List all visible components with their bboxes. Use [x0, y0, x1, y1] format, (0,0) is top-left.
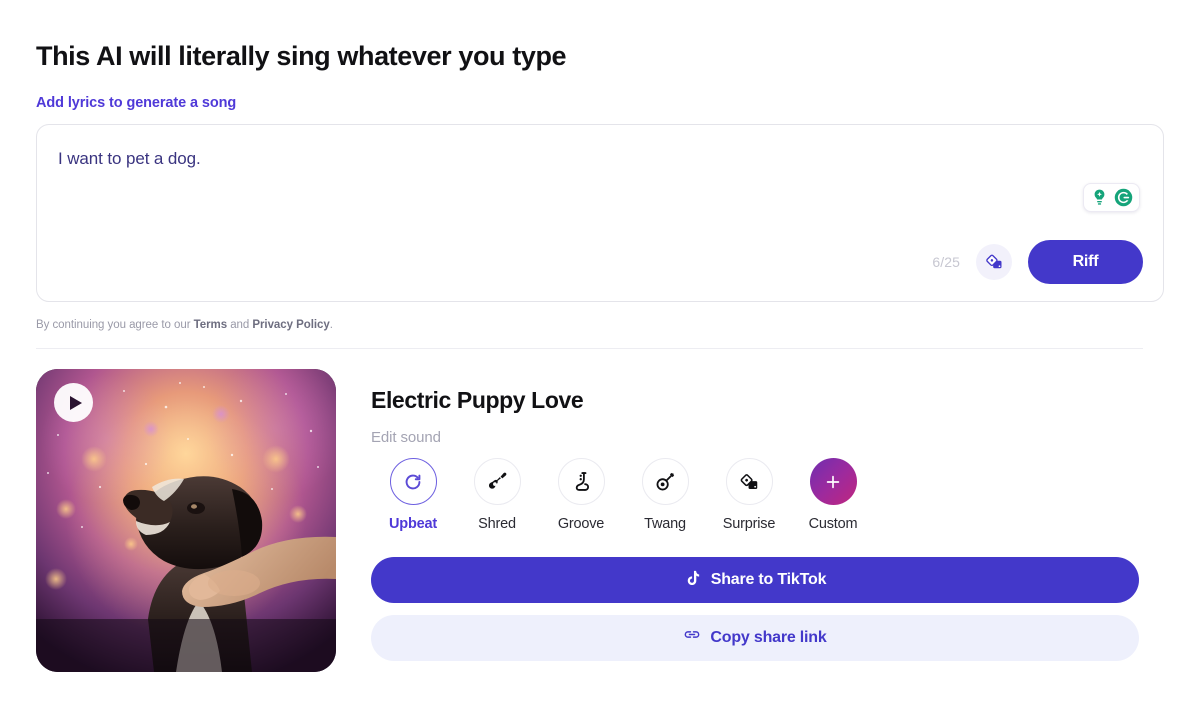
saxophone-icon [557, 458, 605, 506]
play-triangle [69, 395, 82, 410]
grammarly-logo-icon[interactable] [1113, 187, 1134, 208]
privacy-policy-link[interactable]: Privacy Policy [252, 319, 329, 331]
sound-option-upbeat[interactable]: Upbeat [371, 458, 455, 532]
sound-option-shred[interactable]: Shred [455, 458, 539, 532]
lightbulb-suggestion-icon[interactable] [1089, 187, 1110, 208]
sound-options: Upbeat Shred Groove Twang Surprise Custo… [371, 458, 1164, 532]
song-title: Electric Puppy Love [371, 387, 584, 414]
electric-guitar-icon [473, 458, 521, 506]
share-to-tiktok-button[interactable]: Share to TikTok [371, 557, 1139, 604]
sound-option-label: Twang [644, 516, 686, 533]
sound-option-label: Surprise [722, 516, 776, 533]
dice-randomize-icon[interactable] [976, 244, 1012, 281]
refresh-circle-icon [389, 458, 437, 506]
lyrics-box-footer: 6/25 Riff [932, 240, 1143, 285]
sound-option-label: Groove [557, 516, 605, 533]
copy-share-link-button[interactable]: Copy share link [371, 615, 1139, 662]
banjo-icon [641, 458, 689, 506]
copy-share-link-label: Copy share link [710, 629, 827, 647]
terms-middle: and [227, 319, 253, 332]
sound-option-custom[interactable]: Custom [791, 458, 875, 532]
page-root: This AI will literally sing whatever you… [0, 0, 1200, 724]
grammarly-badge[interactable] [1083, 183, 1140, 213]
dice-icon [725, 458, 773, 506]
lyrics-field-label: Add lyrics to generate a song [36, 95, 237, 112]
lyrics-input[interactable]: I want to pet a dog. [58, 149, 201, 169]
song-details: Electric Puppy Love Edit sound Upbeat Sh… [371, 369, 1164, 672]
share-to-tiktok-label: Share to TikTok [710, 571, 827, 589]
sound-option-groove[interactable]: Groove [539, 458, 623, 532]
sound-option-label: Custom [808, 516, 858, 533]
sound-option-label: Upbeat [389, 516, 437, 533]
terms-suffix: . [329, 319, 333, 332]
page-title: This AI will literally sing whatever you… [36, 41, 567, 71]
edit-sound-label: Edit sound [371, 429, 441, 447]
terms-notice: By continuing you agree to our Terms and… [36, 319, 1164, 331]
character-counter: 6/25 [932, 254, 960, 271]
section-divider [36, 348, 1143, 350]
link-chain-icon [683, 627, 701, 650]
lyrics-input-box[interactable]: I want to pet a dog. 6/25 Riff [36, 124, 1164, 303]
song-result: Electric Puppy Love Edit sound Upbeat Sh… [36, 369, 1164, 673]
sound-option-label: Shred [478, 516, 516, 533]
riff-button[interactable]: Riff [1028, 240, 1143, 285]
terms-link[interactable]: Terms [194, 319, 227, 331]
sound-option-surprise[interactable]: Surprise [707, 458, 791, 532]
plus-icon [809, 458, 857, 506]
tiktok-note-icon [684, 569, 702, 592]
song-thumbnail[interactable] [36, 369, 336, 673]
terms-prefix: By continuing you agree to our [36, 319, 194, 332]
sound-option-twang[interactable]: Twang [623, 458, 707, 532]
